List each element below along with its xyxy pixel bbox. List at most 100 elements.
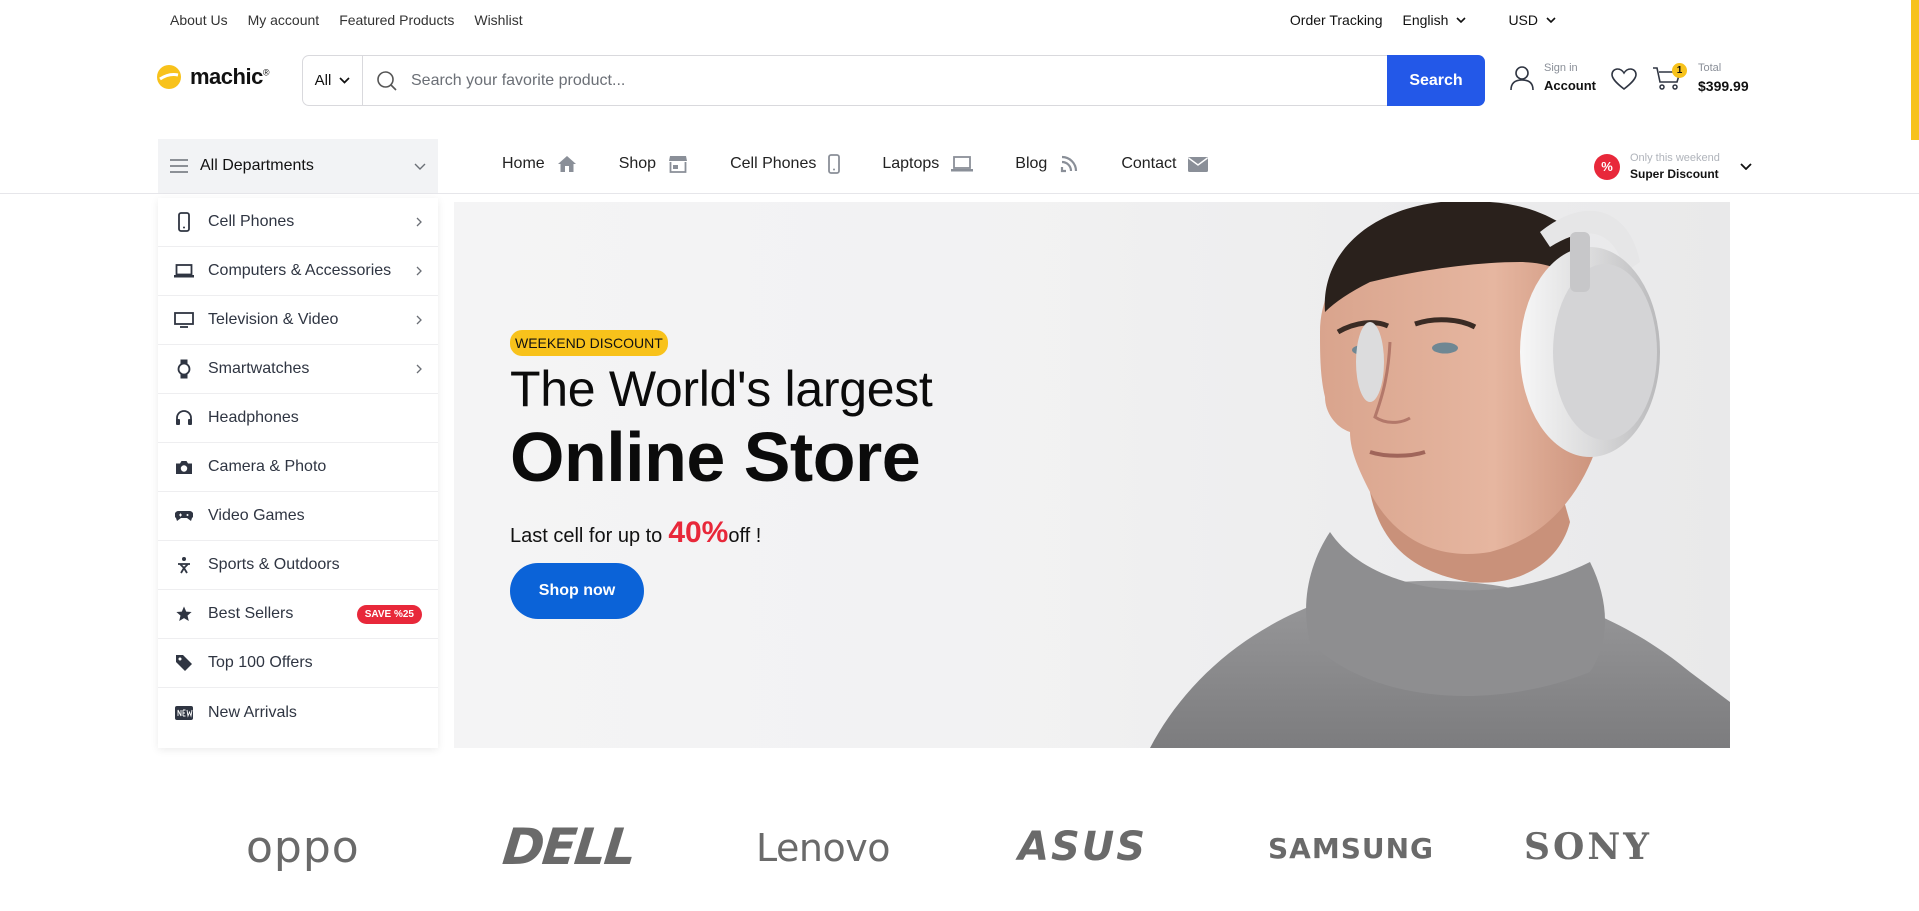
- sidebar-item-label: Smartwatches: [208, 360, 310, 377]
- sidebar-item-label: Camera & Photo: [208, 458, 327, 475]
- store-icon: [669, 156, 688, 173]
- nav-home[interactable]: Home: [502, 154, 577, 174]
- about-us-link[interactable]: About Us: [170, 12, 228, 28]
- nav-shop[interactable]: Shop: [619, 154, 688, 174]
- sidebar-item-new-arrivals[interactable]: New Arrivals: [158, 688, 438, 737]
- nav-blog[interactable]: Blog: [1015, 154, 1079, 174]
- discount-badge: %: [1594, 153, 1620, 180]
- gamepad-icon: [174, 510, 194, 522]
- search-input[interactable]: [411, 56, 1484, 105]
- chevron-down-icon: [1456, 17, 1467, 23]
- chevron-right-icon: [416, 315, 422, 325]
- cart-button[interactable]: 1: [1652, 63, 1687, 92]
- language-label: English: [1402, 12, 1449, 28]
- sidebar-item-label: Television & Video: [208, 311, 339, 328]
- sidebar-item-label: Video Games: [208, 507, 305, 524]
- search-icon: [363, 70, 411, 92]
- new-icon: [174, 705, 194, 720]
- brand-logo-dell[interactable]: DELL: [500, 818, 637, 876]
- account-small-label: Sign in: [1544, 62, 1578, 74]
- brand-logo-asus[interactable]: ASUS: [1018, 824, 1147, 870]
- discount-label: Super Discount: [1630, 167, 1719, 181]
- wishlist-button[interactable]: [1611, 68, 1637, 91]
- sidebar-item-television[interactable]: Television & Video: [158, 296, 438, 345]
- hero-title-line1: The World's largest: [510, 361, 933, 417]
- currency-dropdown[interactable]: USD: [1508, 12, 1556, 28]
- wishlist-link[interactable]: Wishlist: [474, 12, 522, 28]
- logo-text: machic®: [190, 64, 269, 89]
- my-account-link[interactable]: My account: [248, 12, 320, 28]
- search-category-select[interactable]: All: [303, 56, 363, 105]
- top-bar: About Us My account Featured Products Wi…: [0, 0, 1919, 40]
- shop-now-button[interactable]: Shop now: [510, 563, 644, 619]
- departments-menu: Cell Phones Computers & Accessories Tele…: [158, 198, 438, 748]
- brand-strip: oppo DELL Lenovo ASUS SAMSUNG SONY: [0, 818, 1919, 880]
- save-badge: SAVE %25: [356, 604, 422, 624]
- nav-contact-label: Contact: [1121, 155, 1177, 172]
- sidebar-item-sports[interactable]: Sports & Outdoors: [158, 541, 438, 590]
- language-dropdown[interactable]: English: [1403, 12, 1467, 28]
- nav-divider: [0, 193, 1919, 194]
- hero-image: [1070, 202, 1730, 748]
- mail-icon: [1188, 156, 1209, 172]
- sidebar-item-computers[interactable]: Computers & Accessories: [158, 247, 438, 296]
- blog-icon: [1061, 155, 1078, 173]
- cart-total-small-label: Total: [1698, 62, 1722, 74]
- discount-small-label: Only this weekend: [1630, 152, 1720, 164]
- brand-logo-lenovo[interactable]: Lenovo: [756, 826, 890, 870]
- sidebar-item-best-sellers[interactable]: Best Sellers SAVE %25: [158, 590, 438, 639]
- brand-logo-samsung[interactable]: SAMSUNG: [1268, 832, 1434, 865]
- account-link[interactable]: Sign in Account: [1510, 62, 1596, 93]
- sidebar-item-headphones[interactable]: Headphones: [158, 394, 438, 443]
- cart-total[interactable]: Total $399.99: [1698, 62, 1749, 94]
- account-label: Account: [1544, 78, 1596, 93]
- nav-laptops-label: Laptops: [882, 155, 940, 172]
- logo-icon: [157, 65, 181, 89]
- sidebar-item-label: Computers & Accessories: [208, 262, 392, 279]
- user-icon: [1510, 65, 1534, 90]
- nav-laptops[interactable]: Laptops: [882, 154, 974, 174]
- cart-total-value: $399.99: [1698, 78, 1749, 94]
- brand-logo-oppo[interactable]: oppo: [246, 822, 360, 873]
- chevron-down-icon: [1740, 163, 1752, 170]
- featured-products-link[interactable]: Featured Products: [339, 12, 454, 28]
- headphones-icon: [174, 410, 194, 426]
- watch-icon: [174, 359, 194, 379]
- super-discount[interactable]: % Only this weekend Super Discount: [1594, 152, 1752, 181]
- heart-icon: [1611, 68, 1637, 91]
- sidebar-item-smartwatches[interactable]: Smartwatches: [158, 345, 438, 394]
- chevron-right-icon: [416, 266, 422, 276]
- search-button[interactable]: Search: [1387, 55, 1485, 106]
- order-tracking-link[interactable]: Order Tracking: [1290, 12, 1383, 28]
- laptop-icon: [951, 156, 974, 172]
- nav-cell-phones-label: Cell Phones: [730, 155, 817, 172]
- hero-sub-after: off !: [728, 525, 762, 547]
- main-nav: Home Shop Cell Phones Laptops Blog Conta…: [502, 154, 1209, 174]
- nav-cell-phones[interactable]: Cell Phones: [730, 154, 841, 174]
- search-category-label: All: [314, 72, 332, 89]
- sidebar-item-video-games[interactable]: Video Games: [158, 492, 438, 541]
- phone-icon: [174, 212, 194, 232]
- currency-label: USD: [1508, 12, 1538, 28]
- menu-icon: [170, 159, 188, 173]
- sidebar-item-top-offers[interactable]: Top 100 Offers: [158, 639, 438, 688]
- phone-icon: [828, 154, 841, 174]
- nav-contact[interactable]: Contact: [1121, 154, 1209, 174]
- tag-icon: [174, 654, 194, 672]
- logo[interactable]: machic®: [156, 64, 269, 90]
- sidebar-item-camera[interactable]: Camera & Photo: [158, 443, 438, 492]
- tv-icon: [174, 312, 194, 328]
- brand-logo-sony[interactable]: SONY: [1524, 826, 1652, 868]
- hero-subtitle: Last cell for up to 40% off !: [510, 516, 761, 550]
- nav-blog-label: Blog: [1015, 155, 1048, 172]
- scroll-accent: [1911, 0, 1919, 140]
- hero-banner: WEEKEND DISCOUNT The World's largest Onl…: [454, 202, 1730, 748]
- sidebar-item-label: Cell Phones: [208, 213, 295, 230]
- sidebar-item-label: Headphones: [208, 409, 299, 426]
- laptop-icon: [174, 264, 194, 278]
- star-icon: [174, 606, 194, 622]
- sidebar-item-label: New Arrivals: [208, 703, 297, 721]
- sidebar-item-cell-phones[interactable]: Cell Phones: [158, 198, 438, 247]
- all-departments-toggle[interactable]: All Departments: [158, 139, 438, 193]
- camera-icon: [174, 460, 194, 475]
